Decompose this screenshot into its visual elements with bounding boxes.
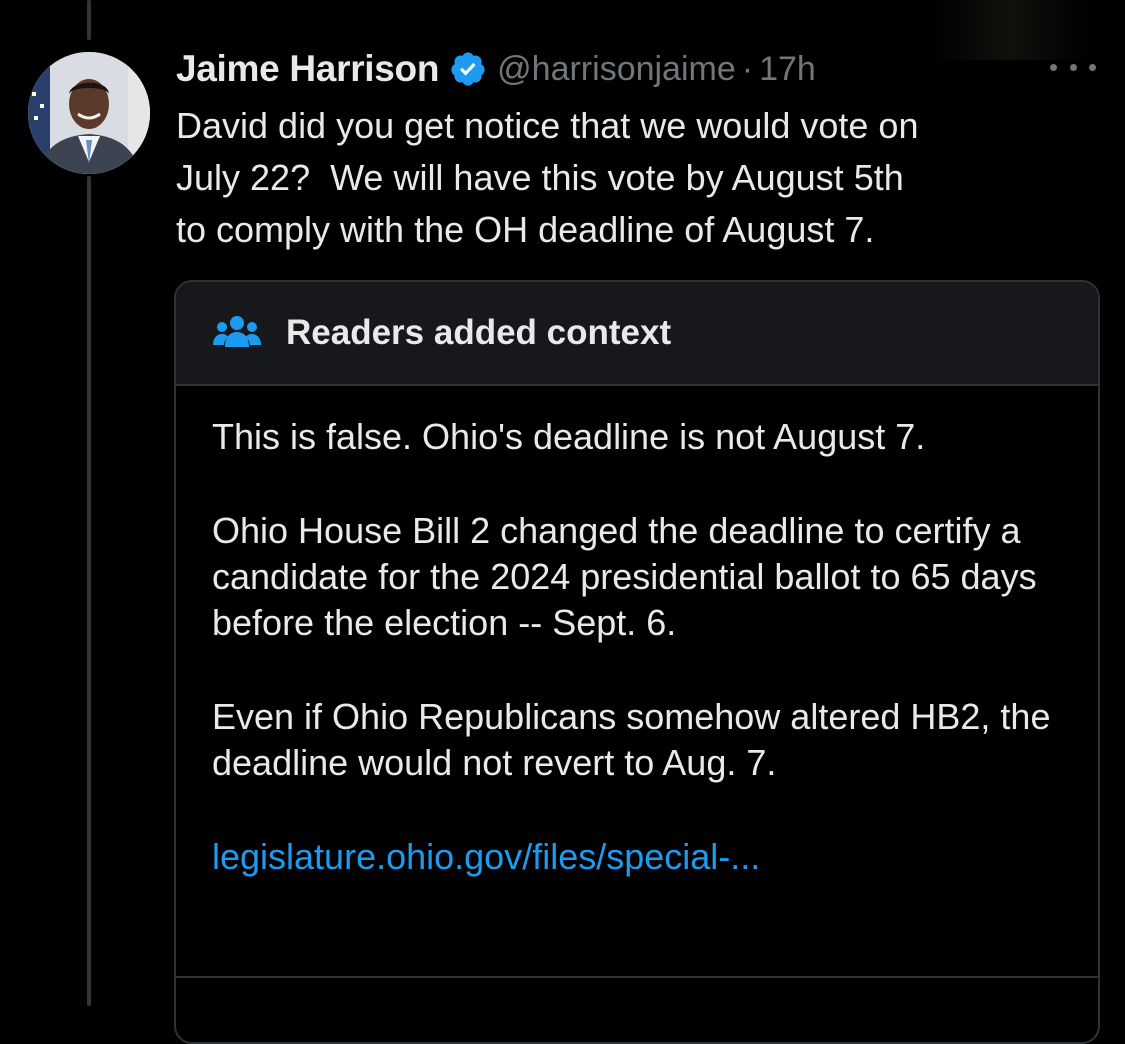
more-dot xyxy=(1089,63,1096,71)
user-handle[interactable]: @harrisonjaime xyxy=(497,50,736,89)
tweet-header: Jaime Harrison @harrisonjaime · 17h xyxy=(176,44,816,94)
separator-dot: · xyxy=(741,49,754,88)
thread-connector-top xyxy=(87,0,91,40)
thread-connector-bottom xyxy=(87,176,91,1006)
more-dot xyxy=(1050,63,1057,71)
note-paragraph: This is false. Ohio's deadline is not Au… xyxy=(212,416,926,457)
community-note-body: This is false. Ohio's deadline is not Au… xyxy=(176,386,1098,880)
background-artifact xyxy=(930,0,1090,60)
community-note-header: Readers added context xyxy=(176,282,1098,386)
people-group-icon xyxy=(212,313,262,353)
verified-badge-icon[interactable] xyxy=(449,50,487,88)
display-name[interactable]: Jaime Harrison xyxy=(176,48,439,90)
community-note-card[interactable]: Readers added context This is false. Ohi… xyxy=(174,280,1100,1044)
source-link[interactable]: legislature.ohio.gov/files/special-... xyxy=(212,836,760,877)
avatar-image xyxy=(28,52,150,174)
avatar[interactable] xyxy=(28,52,150,174)
more-dot xyxy=(1069,63,1077,71)
note-paragraph: Ohio House Bill 2 changed the deadline t… xyxy=(212,510,1037,643)
note-divider xyxy=(176,976,1098,978)
tweet-text: David did you get notice that we would v… xyxy=(176,105,919,250)
note-paragraph: Even if Ohio Republicans somehow altered… xyxy=(212,696,1051,783)
more-options-icon[interactable] xyxy=(1050,52,1096,82)
community-note-title: Readers added context xyxy=(286,313,672,352)
timestamp[interactable]: 17h xyxy=(759,50,816,89)
